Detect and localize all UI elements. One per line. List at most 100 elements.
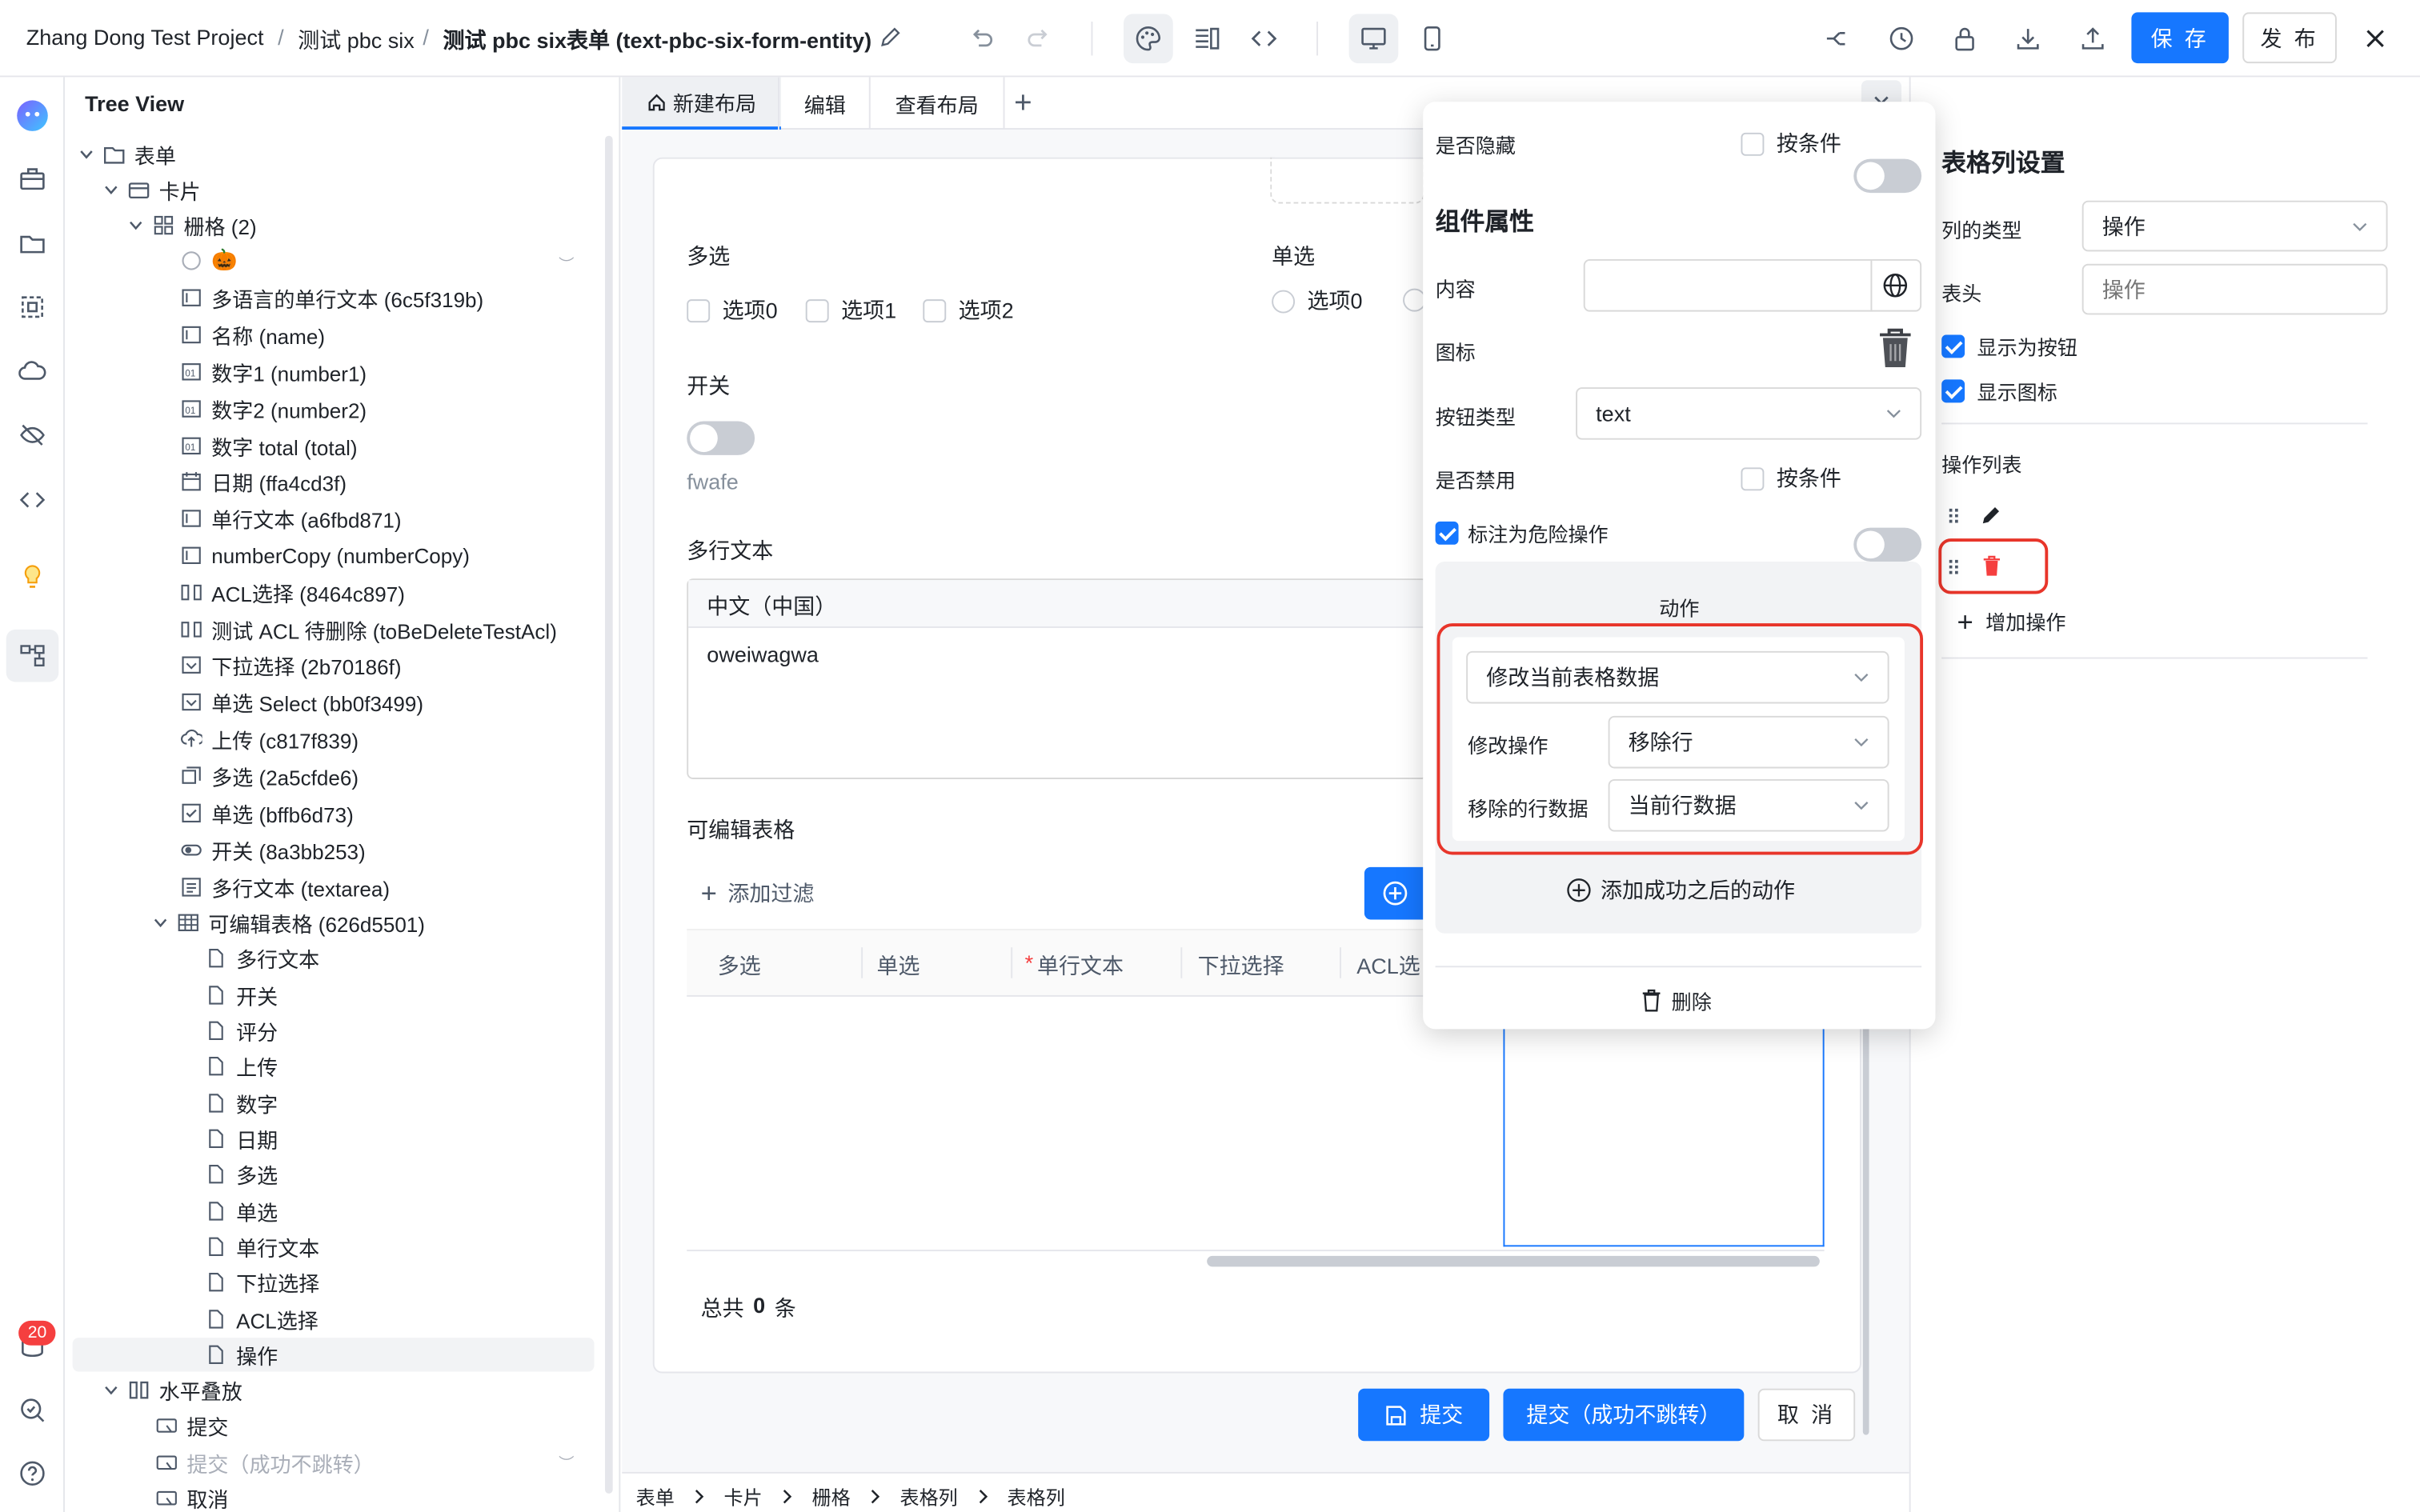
add-filter-button[interactable]: + 添加过滤 (701, 878, 815, 909)
tree-node[interactable]: 名称 (name) (181, 318, 325, 351)
checkbox-option[interactable]: 选项1 (805, 294, 896, 326)
breadcrumb-item[interactable]: 表单 (636, 1481, 675, 1510)
header-input[interactable] (2081, 263, 2388, 315)
tree-node[interactable]: 日期 (ffa4cd3f) (181, 465, 347, 498)
tree-node[interactable]: 开关 (8a3bb253) (181, 833, 366, 866)
tree-node[interactable]: 单选 Select (bb0f3499) (181, 685, 423, 718)
submit-stay-button[interactable]: 提交（成功不跳转） (1503, 1388, 1745, 1442)
modify-operation-select[interactable]: 移除行 (1608, 715, 1889, 769)
branch-icon[interactable] (1812, 14, 1861, 63)
table-column-header[interactable]: 单选 (876, 950, 920, 982)
tree-node[interactable]: 操作 (72, 1338, 595, 1372)
mobile-icon[interactable] (1408, 14, 1457, 63)
hidden-condition-checkbox[interactable]: 按条件 (1741, 128, 1841, 159)
tree-node[interactable]: 测试 ACL 待删除 (toBeDeleteTestAcl) (181, 613, 557, 646)
breadcrumb-app[interactable]: 测试 pbc six (298, 25, 415, 56)
help-icon[interactable] (14, 1455, 50, 1492)
tree-node[interactable]: 日期 (206, 1122, 278, 1155)
folder-icon[interactable] (14, 226, 50, 262)
table-column-header[interactable]: ACL选 (1356, 950, 1420, 982)
tree-node[interactable]: 表单 (76, 138, 176, 171)
language-header[interactable]: 中文（中国） (688, 580, 1427, 628)
tree-node[interactable]: 上传 (206, 1049, 278, 1082)
multilang-textarea[interactable]: 中文（中国） oweiwagwa (687, 578, 1428, 779)
tree-node[interactable]: 01 数字1 (number1) (181, 355, 367, 389)
action-type-select[interactable]: 修改当前表格数据 (1466, 650, 1889, 704)
tree-node[interactable]: 单行文本 (206, 1230, 319, 1263)
layout-form-icon[interactable] (1182, 14, 1232, 63)
tree-scrollbar[interactable] (605, 135, 613, 1494)
breadcrumb-item[interactable]: 卡片 (724, 1481, 763, 1510)
tree-node[interactable]: 下拉选择 (206, 1265, 319, 1298)
checkbox-option[interactable]: 选项0 (687, 294, 778, 326)
danger-checkbox[interactable]: 标注为危险操作 (1435, 518, 1609, 548)
caret-down-icon[interactable] (100, 182, 122, 198)
breadcrumb-item[interactable]: 栅格 (812, 1481, 851, 1510)
desktop-icon[interactable] (1348, 14, 1399, 64)
undo-icon[interactable] (957, 14, 1007, 63)
show-as-button-checkbox[interactable]: 显示为按钮 (1941, 332, 2077, 362)
checkbox-checked[interactable] (1435, 521, 1459, 545)
checkbox[interactable] (1741, 466, 1765, 490)
tree-node[interactable]: 01 数字2 (number2) (181, 392, 367, 426)
tree-node[interactable]: 单行文本 (a6fbd871) (181, 502, 402, 535)
delete-operation-button[interactable]: 删除 (1641, 986, 1712, 1015)
disabled-switch[interactable] (1853, 527, 1922, 562)
theme-palette-icon[interactable] (1124, 14, 1173, 64)
tree-node[interactable]: ACL选择 (206, 1302, 319, 1336)
caret-down-icon[interactable] (150, 915, 171, 930)
radio-option[interactable]: 选项0 (1272, 286, 1363, 317)
save-button[interactable]: 保 存 (2131, 12, 2229, 64)
tree-node[interactable]: 提交（成功不跳转） (156, 1446, 375, 1479)
tree-node[interactable]: 数字 (206, 1086, 278, 1120)
tree-node[interactable]: 单选 (206, 1194, 278, 1228)
tree-node[interactable]: 取消 (156, 1481, 228, 1512)
tree-node[interactable]: ACL选择 (8464c897) (181, 575, 405, 609)
drag-handle-icon[interactable]: ⠿ (1946, 506, 1961, 531)
tree-node[interactable]: 🎃 (181, 244, 238, 278)
hidden-switch[interactable] (1853, 158, 1922, 194)
breadcrumb-item[interactable]: 表格列 (899, 1481, 957, 1510)
tree-node[interactable]: 开关 (206, 978, 278, 1012)
code-icon[interactable] (14, 482, 50, 518)
checkbox-option[interactable]: 选项2 (923, 294, 1014, 326)
show-icon-checkbox[interactable]: 显示图标 (1941, 377, 2057, 406)
checkbox-checked[interactable] (1941, 334, 1965, 358)
drag-handle-icon[interactable]: ⠿ (1946, 557, 1961, 582)
table-column-header[interactable]: 单行文本 (1037, 950, 1124, 982)
removed-rows-select[interactable]: 当前行数据 (1608, 778, 1889, 832)
submit-button[interactable]: 提交 (1358, 1388, 1490, 1442)
close-icon[interactable] (2350, 14, 2400, 63)
checkbox[interactable] (1741, 131, 1765, 155)
trash-icon[interactable] (1875, 327, 1915, 370)
tab-edit[interactable]: 编辑 (778, 77, 871, 130)
pencil-icon[interactable] (1980, 505, 2001, 526)
add-operation-button[interactable]: + 增加操作 (1957, 606, 2065, 636)
table-column-header[interactable]: 下拉选择 (1198, 950, 1284, 982)
caret-down-icon[interactable] (125, 218, 146, 233)
globe-icon[interactable] (1883, 273, 1908, 298)
history-clock-icon[interactable] (1877, 14, 1926, 63)
checkbox[interactable] (687, 298, 711, 322)
add-tab-plus-icon[interactable]: + (1014, 88, 1032, 119)
table-column-header[interactable]: 多选 (718, 950, 761, 982)
tree-node[interactable]: 多行文本 (206, 941, 319, 974)
eye-off-icon[interactable] (14, 417, 50, 454)
caret-down-icon[interactable] (100, 1382, 122, 1398)
button-type-select[interactable]: text (1576, 387, 1922, 440)
table-horizontal-scrollbar[interactable] (1207, 1255, 1820, 1267)
publish-button[interactable]: 发 布 (2242, 12, 2337, 64)
select-area-icon[interactable] (14, 289, 50, 326)
tree-node[interactable]: 提交 (156, 1409, 228, 1442)
tree-node[interactable]: numberCopy (numberCopy) (181, 538, 470, 572)
tree-node[interactable]: 卡片 (100, 173, 201, 206)
tree-node[interactable]: 下拉选择 (2b70186f) (181, 648, 402, 682)
breadcrumb-project[interactable]: Zhang Dong Test Project (26, 25, 264, 50)
checkbox[interactable] (923, 298, 947, 322)
assistant-avatar-icon[interactable] (14, 98, 50, 134)
code-icon[interactable] (1240, 14, 1289, 63)
upload-icon[interactable] (2068, 14, 2118, 63)
cancel-button[interactable]: 取 消 (1757, 1388, 1856, 1442)
add-success-action-button[interactable]: 添加成功之后的动作 (1567, 875, 1795, 906)
disabled-condition-checkbox[interactable]: 按条件 (1741, 463, 1841, 494)
